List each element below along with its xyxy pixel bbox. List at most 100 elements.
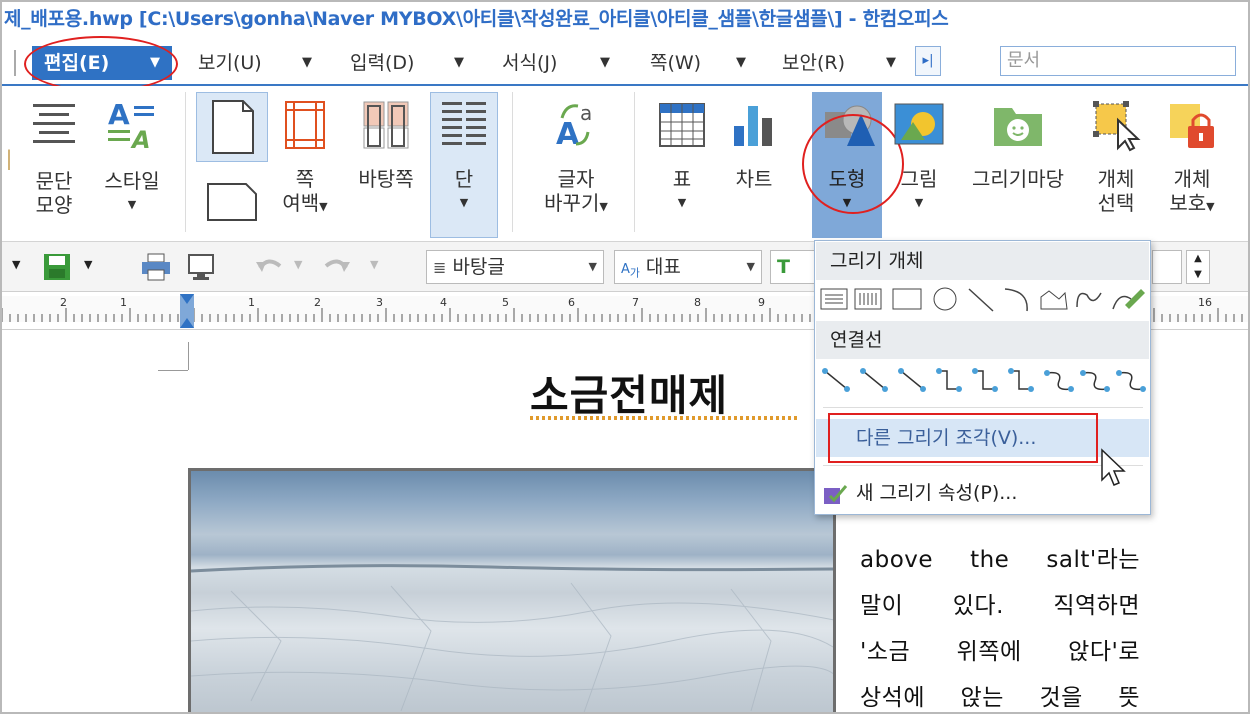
background-page-label: 바탕쪽 bbox=[358, 167, 414, 191]
body-line-3: '소금 위쪽에 앉다'로 bbox=[860, 639, 1140, 665]
picture-button[interactable]: 그림 ▼ bbox=[890, 98, 948, 215]
tab-security[interactable]: 보안(R) bbox=[782, 46, 845, 80]
tab-security-dropdown-icon[interactable]: ▼ bbox=[886, 46, 896, 80]
menu-divider bbox=[14, 50, 16, 76]
save-dropdown-icon[interactable]: ▼ bbox=[84, 258, 92, 271]
drawing-mart-button[interactable]: 그리기마당 bbox=[958, 98, 1078, 191]
ellipse-icon bbox=[933, 287, 957, 311]
margin-label-1: 쪽 bbox=[295, 167, 315, 191]
object-protect-button[interactable]: 개체 보호▼ bbox=[1156, 98, 1228, 219]
background-page-button[interactable]: 바탕쪽 bbox=[348, 98, 424, 191]
textbox-icon bbox=[820, 288, 848, 310]
font-combo-icon: A가 bbox=[621, 262, 640, 280]
tab-insert-dropdown-icon[interactable]: ▼ bbox=[454, 46, 464, 80]
lock-icon bbox=[1170, 104, 1214, 148]
char-replace-label-2: 바꾸기▼ bbox=[544, 191, 608, 215]
print-icon[interactable] bbox=[140, 252, 172, 282]
style-button[interactable]: A A 스타일 ▼ bbox=[96, 98, 168, 217]
search-input[interactable]: 문서 bbox=[1000, 46, 1236, 76]
picture-dropdown-icon: ▼ bbox=[914, 196, 924, 209]
tab-insert[interactable]: 입력(D) bbox=[350, 46, 414, 80]
paragraph-align-icon bbox=[33, 104, 75, 143]
drawing-mart-icon bbox=[994, 108, 1042, 146]
tab-view[interactable]: 보기(U) bbox=[198, 46, 262, 80]
tab-view-dropdown-icon[interactable]: ▼ bbox=[302, 46, 312, 80]
page-button[interactable] bbox=[196, 92, 268, 162]
ruler-number: 3 bbox=[376, 296, 383, 309]
tab-format[interactable]: 서식(J) bbox=[502, 46, 557, 80]
body-line-4: 상석에 앉는 것을 뜻 bbox=[860, 685, 1140, 711]
ruler-number: 7 bbox=[632, 296, 639, 309]
toolbar-dropdown-icon[interactable]: ▼ bbox=[12, 258, 20, 271]
object-select-button[interactable]: 개체 선택 bbox=[1084, 98, 1148, 215]
tab-page[interactable]: 쪽(W) bbox=[650, 46, 701, 80]
paragraph-shape-button[interactable]: 문단 모양 bbox=[22, 98, 86, 217]
cut-off-icon: | bbox=[5, 146, 13, 170]
drawing-objects-header: 그리기 개체 bbox=[816, 242, 1149, 280]
style-label: 스타일 bbox=[104, 169, 160, 193]
font-type-combo[interactable]: T bbox=[770, 250, 820, 284]
redo-dropdown-icon[interactable]: ▼ bbox=[370, 258, 378, 271]
ruler-number: 5 bbox=[502, 296, 509, 309]
background-page-icon bbox=[363, 101, 409, 149]
preview-icon[interactable] bbox=[186, 252, 216, 282]
char-replace-icon: A a bbox=[556, 101, 592, 152]
save-icon[interactable] bbox=[42, 252, 72, 282]
body-line-1: above the salt'라는 bbox=[860, 547, 1140, 573]
tab-page-dropdown-icon[interactable]: ▼ bbox=[736, 46, 746, 80]
picture-icon bbox=[894, 103, 944, 145]
document-title: 소금전매제 bbox=[530, 371, 729, 420]
page-margin-button[interactable]: 쪽 여백▼ bbox=[274, 98, 336, 219]
undo-icon[interactable] bbox=[254, 254, 284, 280]
annotation-circle-shape bbox=[802, 114, 904, 214]
ruler-number: 2 bbox=[314, 296, 321, 309]
margin-mark bbox=[188, 342, 189, 370]
ruler-number: 6 bbox=[568, 296, 575, 309]
margin-mark bbox=[158, 370, 188, 371]
ruler-number: 1 bbox=[248, 296, 255, 309]
object-protect-label-2: 보호▼ bbox=[1169, 191, 1215, 215]
ribbon-separator bbox=[512, 92, 513, 232]
font-combo-dropdown-icon: ▼ bbox=[746, 260, 755, 273]
drawing-objects-row bbox=[819, 285, 1149, 315]
menu-divider bbox=[823, 465, 1143, 466]
annotation-circle-edit bbox=[24, 36, 178, 92]
object-select-label-2: 선택 bbox=[1097, 191, 1135, 215]
paragraph-label-2: 모양 bbox=[35, 193, 73, 217]
font-combo[interactable]: A가 대표 ▼ bbox=[614, 250, 762, 284]
window-title: 제_배포용.hwp [C:\Users\gonha\Naver MYBOX\아티… bbox=[2, 2, 1248, 38]
table-button[interactable]: 표 ▼ bbox=[652, 98, 712, 215]
char-replace-label-1: 글자 bbox=[557, 167, 595, 191]
menu-divider bbox=[823, 407, 1143, 408]
svg-text:A: A bbox=[130, 126, 151, 152]
svg-text:a: a bbox=[580, 101, 592, 125]
table-dropdown-icon: ▼ bbox=[677, 196, 687, 209]
object-select-icon bbox=[1093, 101, 1141, 152]
annotation-box-other-drawing bbox=[828, 413, 1098, 463]
landscape-page-button[interactable] bbox=[202, 178, 262, 226]
picture-label: 그림 bbox=[900, 167, 938, 191]
object-protect-label-1: 개체 bbox=[1173, 167, 1211, 191]
tab-format-dropdown-icon[interactable]: ▼ bbox=[600, 46, 610, 80]
size-spinner[interactable]: ▲ ▼ bbox=[1186, 250, 1210, 284]
column-dropdown-icon: ▼ bbox=[459, 196, 469, 209]
ruler-number: 9 bbox=[758, 296, 765, 309]
chart-button[interactable]: 차트 bbox=[724, 98, 784, 191]
column-label: 단 bbox=[454, 167, 474, 191]
pen-icon bbox=[1112, 289, 1145, 310]
drawing-mart-label: 그리기마당 bbox=[972, 167, 1064, 191]
paragraph-label-1: 문단 bbox=[35, 169, 73, 193]
salt-flat-image[interactable] bbox=[188, 468, 836, 712]
connectors-row bbox=[819, 365, 1149, 395]
expand-menu-icon[interactable]: ▸| bbox=[915, 46, 941, 76]
vertical-textbox-icon bbox=[854, 288, 882, 310]
style-combo[interactable]: ≣ 바탕글 ▼ bbox=[426, 250, 604, 284]
char-replace-button[interactable]: A a 글자 바꾸기▼ bbox=[530, 98, 622, 219]
style-icon: A A bbox=[108, 98, 154, 154]
ruler-number: 4 bbox=[440, 296, 447, 309]
undo-dropdown-icon[interactable]: ▼ bbox=[294, 258, 302, 271]
salt-flat-texture bbox=[191, 564, 833, 712]
column-icon bbox=[442, 102, 486, 145]
redo-icon[interactable] bbox=[322, 254, 352, 280]
size-combo[interactable] bbox=[1152, 250, 1182, 284]
